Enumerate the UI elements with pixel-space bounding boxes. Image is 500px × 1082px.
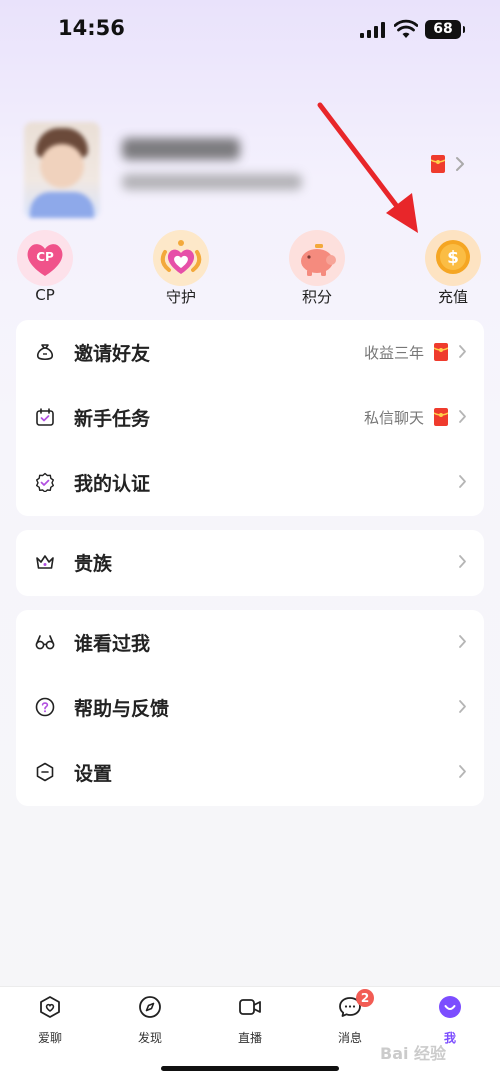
chevron-right-icon xyxy=(459,555,466,568)
status-time: 14:56 xyxy=(58,16,125,40)
avatar[interactable] xyxy=(24,122,100,218)
red-packet-icon xyxy=(434,408,448,426)
calendar-check-icon xyxy=(36,408,54,426)
menu-row-newbie-tasks[interactable]: 新手任务 私信聊天 xyxy=(16,385,484,450)
status-bar: 14:56 68 xyxy=(0,0,500,60)
video-camera-icon xyxy=(239,999,261,1015)
profile-subtitle-blurred xyxy=(122,174,302,190)
menu-label: 新手任务 xyxy=(74,408,151,430)
nav-item-me[interactable]: 我 xyxy=(415,995,485,1045)
battery-indicator: 68 xyxy=(425,20,465,39)
menu-label: 帮助与反馈 xyxy=(74,698,170,720)
nav-label: 发现 xyxy=(137,1031,162,1045)
profile-name-blurred xyxy=(122,138,240,160)
menu-label: 邀请好友 xyxy=(74,343,151,365)
verified-badge-icon xyxy=(36,472,54,492)
menu-row-settings[interactable]: 设置 xyxy=(16,740,484,805)
chat-heart-icon xyxy=(40,996,60,1018)
nav-label: 爱聊 xyxy=(37,1031,62,1045)
unread-badge: 2 xyxy=(356,989,374,1007)
chevron-right-icon xyxy=(459,765,466,778)
menu-row-help-feedback[interactable]: 帮助与反馈 xyxy=(16,675,484,740)
chevron-right-icon xyxy=(459,410,466,423)
quick-action-label: 充值 xyxy=(437,288,468,306)
chevron-right-icon[interactable] xyxy=(455,156,465,172)
chevron-right-icon xyxy=(459,700,466,713)
nav-item-chat[interactable]: 爱聊 xyxy=(15,995,85,1045)
menu-row-invite-friends[interactable]: 邀请好友 收益三年 xyxy=(16,320,484,385)
svg-text:$: $ xyxy=(447,248,459,268)
menu-label: 贵族 xyxy=(74,553,113,575)
smile-icon xyxy=(439,996,461,1018)
quick-action-guard[interactable]: 守护 xyxy=(136,228,226,308)
red-arrow-annotation xyxy=(317,102,418,233)
red-packet-icon xyxy=(434,343,448,361)
menu-row-who-viewed-me[interactable]: 谁看过我 xyxy=(16,610,484,675)
chevron-right-icon xyxy=(459,345,466,358)
menu-card-nobility: 贵族 xyxy=(16,530,484,596)
glasses-icon xyxy=(35,635,55,650)
watermark: Bai 经验 xyxy=(380,1044,447,1063)
menu-card-main: 邀请好友 收益三年 新手任务 私信聊天 我的认证 xyxy=(16,320,484,516)
menu-label: 谁看过我 xyxy=(74,633,151,655)
nav-item-live[interactable]: 直播 xyxy=(215,995,285,1045)
menu-row-nobility[interactable]: 贵族 xyxy=(16,530,484,595)
nav-item-messages[interactable]: 2 消息 xyxy=(315,989,385,1045)
chevron-right-icon xyxy=(459,475,466,488)
wifi-icon xyxy=(394,19,418,38)
nav-item-discover[interactable]: 发现 xyxy=(115,995,185,1045)
compass-icon xyxy=(139,996,161,1018)
quick-action-label: CP xyxy=(35,286,55,304)
help-icon xyxy=(35,697,55,717)
home-indicator xyxy=(161,1066,339,1071)
menu-card-other: 谁看过我 帮助与反馈 设置 xyxy=(16,610,484,806)
settings-hexagon-icon xyxy=(36,762,54,782)
guard-heart-icon xyxy=(153,230,209,286)
menu-label: 设置 xyxy=(74,763,113,785)
nav-label: 直播 xyxy=(237,1031,262,1045)
menu-note: 私信聊天 xyxy=(363,409,424,427)
menu-note: 收益三年 xyxy=(363,344,424,362)
quick-action-cp[interactable]: CP CP xyxy=(0,228,90,308)
nav-label: 消息 xyxy=(337,1031,362,1045)
chevron-right-icon xyxy=(459,635,466,648)
cellular-signal-icon xyxy=(360,22,385,38)
quick-action-label: 守护 xyxy=(165,288,196,306)
cp-heart-icon: CP xyxy=(17,230,73,286)
money-bag-icon xyxy=(36,344,54,361)
svg-text:CP: CP xyxy=(36,250,54,264)
menu-label: 我的认证 xyxy=(74,473,151,495)
menu-row-my-verification[interactable]: 我的认证 xyxy=(16,450,484,515)
quick-action-label: 积分 xyxy=(301,288,332,306)
crown-icon xyxy=(36,555,54,569)
